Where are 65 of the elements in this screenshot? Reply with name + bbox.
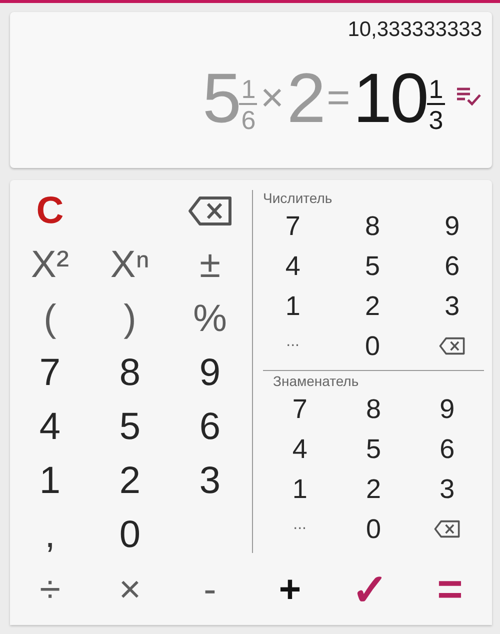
key-button[interactable]: ✓: [352, 564, 388, 616]
key-button[interactable]: 8: [364, 210, 380, 242]
key-button[interactable]: 5: [366, 434, 381, 464]
key-button[interactable]: 6: [440, 434, 455, 464]
key-button[interactable]: 2: [364, 290, 380, 322]
operator-sign: ×: [260, 78, 284, 118]
key-button[interactable]: 6: [199, 406, 221, 448]
fraction-numerator: 1: [241, 76, 256, 102]
key-button[interactable]: 0: [364, 330, 380, 362]
key-button[interactable]: 8: [119, 352, 141, 394]
key-button[interactable]: 1: [292, 474, 308, 504]
key-button[interactable]: %: [193, 298, 227, 340]
key-button[interactable]: 4: [39, 406, 61, 448]
key-button[interactable]: X²: [31, 244, 69, 286]
key-button[interactable]: 0: [119, 514, 141, 556]
key-button[interactable]: 4: [285, 250, 300, 282]
key-button[interactable]: 3: [440, 474, 455, 504]
key-button[interactable]: 9: [444, 210, 460, 242]
key-button[interactable]: (: [44, 298, 56, 340]
fraction-numerator: 1: [428, 76, 444, 102]
key-button[interactable]: 6: [444, 250, 460, 282]
key-button[interactable]: 1: [285, 290, 300, 322]
key-button[interactable]: 9: [440, 394, 455, 424]
key-button[interactable]: +: [278, 568, 302, 612]
pad-label: Знаменатель: [272, 373, 360, 389]
key-button[interactable]: 4: [292, 434, 308, 464]
key-button[interactable]: 3: [444, 290, 460, 322]
key-button[interactable]: 8: [366, 394, 381, 424]
key-button[interactable]: 0: [366, 514, 381, 544]
key-button[interactable]: Xⁿ: [110, 244, 150, 286]
key-button[interactable]: ,: [44, 514, 56, 556]
decimal-result: 10,333333333: [348, 18, 482, 42]
key-button[interactable]: 9: [199, 352, 221, 394]
fraction-denominator: 3: [428, 107, 444, 133]
backspace-button[interactable]: [188, 196, 232, 226]
backspace-button[interactable]: [434, 520, 460, 538]
more-button[interactable]: ...: [286, 333, 300, 359]
backspace-icon: [439, 337, 466, 355]
key-button[interactable]: 1: [39, 460, 61, 502]
key-button[interactable]: ×: [118, 568, 142, 612]
key-button[interactable]: 2: [119, 460, 141, 502]
key-button[interactable]: ±: [200, 244, 220, 286]
result-whole: 10: [353, 62, 427, 132]
whole-number: 5: [202, 62, 240, 132]
fraction-denominator: 6: [241, 107, 256, 133]
operator-sign: =: [326, 78, 350, 118]
key-button[interactable]: 7: [292, 394, 308, 424]
key-button[interactable]: 2: [366, 474, 381, 504]
operand-number: 2: [286, 62, 324, 132]
backspace-icon: [434, 520, 460, 538]
backspace-icon: [188, 196, 232, 226]
list-check-icon[interactable]: [456, 86, 482, 106]
key-button[interactable]: ): [124, 298, 136, 340]
clear-button[interactable]: C: [36, 190, 64, 232]
key-button[interactable]: 5: [119, 406, 141, 448]
pad-label: Числитель: [262, 190, 334, 206]
key-button[interactable]: ÷: [40, 568, 60, 612]
key-button[interactable]: =: [437, 565, 463, 615]
backspace-button[interactable]: [439, 337, 466, 355]
key-button[interactable]: 7: [39, 352, 61, 394]
key-button[interactable]: 5: [364, 250, 380, 282]
key-button[interactable]: 3: [199, 460, 221, 502]
more-button[interactable]: ...: [293, 516, 306, 542]
key-button[interactable]: 7: [285, 210, 300, 242]
key-button[interactable]: -: [204, 568, 216, 612]
